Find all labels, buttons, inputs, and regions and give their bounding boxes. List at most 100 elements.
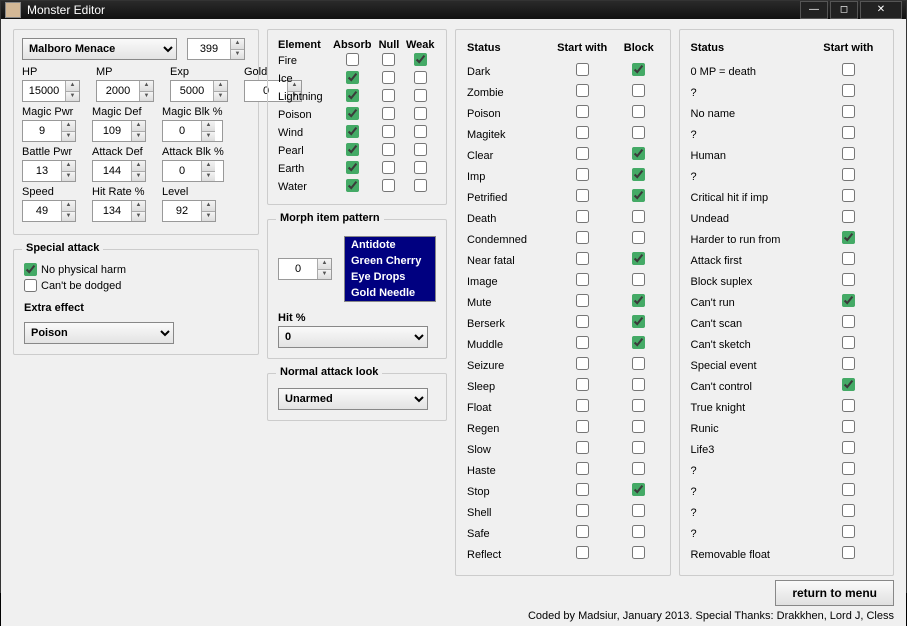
spin-up-icon[interactable]: ▲ bbox=[61, 161, 75, 172]
spin-up-icon[interactable]: ▲ bbox=[201, 121, 215, 132]
spin-up-icon[interactable]: ▲ bbox=[131, 121, 145, 132]
spin-down-icon[interactable]: ▼ bbox=[61, 212, 75, 222]
start-with-checkbox[interactable] bbox=[576, 147, 589, 160]
morph-index-spinner[interactable]: ▲▼ bbox=[278, 258, 332, 280]
battlePwr-input[interactable] bbox=[23, 161, 61, 181]
speed-input[interactable] bbox=[23, 201, 61, 221]
spin-down-icon[interactable]: ▼ bbox=[213, 92, 227, 102]
start-with-checkbox[interactable] bbox=[842, 84, 855, 97]
start-with-checkbox[interactable] bbox=[842, 378, 855, 391]
spin-down-icon[interactable]: ▼ bbox=[201, 212, 215, 222]
block-checkbox[interactable] bbox=[632, 63, 645, 76]
start-with-checkbox[interactable] bbox=[576, 546, 589, 559]
extra-effect-select[interactable]: Poison bbox=[24, 322, 174, 344]
start-with-checkbox[interactable] bbox=[842, 168, 855, 181]
spin-up-icon[interactable]: ▲ bbox=[201, 201, 215, 212]
start-with-checkbox[interactable] bbox=[842, 294, 855, 307]
spin-down-icon[interactable]: ▼ bbox=[65, 92, 79, 102]
spin-down-icon[interactable]: ▼ bbox=[131, 212, 145, 222]
close-button[interactable]: ✕ bbox=[860, 1, 902, 19]
null-checkbox[interactable] bbox=[382, 143, 395, 156]
exp-input[interactable] bbox=[171, 81, 213, 101]
absorb-checkbox[interactable] bbox=[346, 179, 359, 192]
null-checkbox[interactable] bbox=[382, 107, 395, 120]
start-with-checkbox[interactable] bbox=[576, 294, 589, 307]
start-with-checkbox[interactable] bbox=[576, 168, 589, 181]
maximize-button[interactable]: ◻ bbox=[830, 1, 858, 19]
start-with-checkbox[interactable] bbox=[576, 357, 589, 370]
magicBlk-input[interactable] bbox=[163, 121, 201, 141]
absorb-checkbox[interactable] bbox=[346, 143, 359, 156]
start-with-checkbox[interactable] bbox=[842, 315, 855, 328]
return-to-menu-button[interactable]: return to menu bbox=[775, 580, 894, 606]
block-checkbox[interactable] bbox=[632, 252, 645, 265]
start-with-checkbox[interactable] bbox=[576, 252, 589, 265]
start-with-checkbox[interactable] bbox=[842, 525, 855, 538]
block-checkbox[interactable] bbox=[632, 294, 645, 307]
block-checkbox[interactable] bbox=[632, 420, 645, 433]
start-with-checkbox[interactable] bbox=[576, 420, 589, 433]
weak-checkbox[interactable] bbox=[414, 125, 427, 138]
start-with-checkbox[interactable] bbox=[576, 525, 589, 538]
spin-up-icon[interactable]: ▲ bbox=[61, 201, 75, 212]
hitRate-input[interactable] bbox=[93, 201, 131, 221]
hp-input[interactable] bbox=[23, 81, 65, 101]
weak-checkbox[interactable] bbox=[414, 89, 427, 102]
magicPwr-spinner[interactable]: ▲▼ bbox=[22, 120, 76, 142]
block-checkbox[interactable] bbox=[632, 441, 645, 454]
start-with-checkbox[interactable] bbox=[842, 210, 855, 223]
absorb-checkbox[interactable] bbox=[346, 89, 359, 102]
start-with-checkbox[interactable] bbox=[842, 105, 855, 118]
spin-down-icon[interactable]: ▼ bbox=[139, 92, 153, 102]
null-checkbox[interactable] bbox=[382, 125, 395, 138]
spin-up-icon[interactable]: ▲ bbox=[131, 161, 145, 172]
start-with-checkbox[interactable] bbox=[576, 315, 589, 328]
start-with-checkbox[interactable] bbox=[576, 189, 589, 202]
spin-up-icon[interactable]: ▲ bbox=[131, 201, 145, 212]
spin-up-icon[interactable]: ▲ bbox=[61, 121, 75, 132]
normal-attack-select[interactable]: Unarmed bbox=[278, 388, 428, 410]
weak-checkbox[interactable] bbox=[414, 161, 427, 174]
weak-checkbox[interactable] bbox=[414, 143, 427, 156]
mp-spinner[interactable]: ▲▼ bbox=[96, 80, 154, 102]
spin-down-icon[interactable]: ▼ bbox=[131, 172, 145, 182]
start-with-checkbox[interactable] bbox=[576, 231, 589, 244]
start-with-checkbox[interactable] bbox=[842, 546, 855, 559]
morph-item[interactable]: Green Cherry bbox=[345, 253, 435, 269]
monster-select[interactable]: Malboro Menace bbox=[22, 38, 177, 60]
spin-down-icon[interactable]: ▼ bbox=[230, 50, 244, 60]
attackDef-input[interactable] bbox=[93, 161, 131, 181]
block-checkbox[interactable] bbox=[632, 105, 645, 118]
spin-down-icon[interactable]: ▼ bbox=[61, 132, 75, 142]
start-with-checkbox[interactable] bbox=[576, 378, 589, 391]
absorb-checkbox[interactable] bbox=[346, 71, 359, 84]
start-with-checkbox[interactable] bbox=[576, 273, 589, 286]
magicDef-input[interactable] bbox=[93, 121, 131, 141]
level-input[interactable] bbox=[163, 201, 201, 221]
hp-spinner[interactable]: ▲▼ bbox=[22, 80, 80, 102]
spin-down-icon[interactable]: ▼ bbox=[201, 172, 215, 182]
absorb-checkbox[interactable] bbox=[346, 161, 359, 174]
start-with-checkbox[interactable] bbox=[842, 231, 855, 244]
no-physical-harm-checkbox[interactable] bbox=[24, 263, 37, 276]
morph-item[interactable]: Eye Drops bbox=[345, 269, 435, 285]
magicDef-spinner[interactable]: ▲▼ bbox=[92, 120, 146, 142]
attackBlk-input[interactable] bbox=[163, 161, 201, 181]
spin-down-icon[interactable]: ▼ bbox=[61, 172, 75, 182]
block-checkbox[interactable] bbox=[632, 462, 645, 475]
block-checkbox[interactable] bbox=[632, 399, 645, 412]
attackBlk-spinner[interactable]: ▲▼ bbox=[162, 160, 224, 182]
attackDef-spinner[interactable]: ▲▼ bbox=[92, 160, 146, 182]
block-checkbox[interactable] bbox=[632, 126, 645, 139]
spin-down-icon[interactable]: ▼ bbox=[317, 270, 331, 280]
morph-item[interactable]: Gold Needle bbox=[345, 285, 435, 301]
block-checkbox[interactable] bbox=[632, 147, 645, 160]
start-with-checkbox[interactable] bbox=[842, 483, 855, 496]
block-checkbox[interactable] bbox=[632, 525, 645, 538]
start-with-checkbox[interactable] bbox=[842, 147, 855, 160]
start-with-checkbox[interactable] bbox=[576, 399, 589, 412]
start-with-checkbox[interactable] bbox=[842, 399, 855, 412]
null-checkbox[interactable] bbox=[382, 89, 395, 102]
absorb-checkbox[interactable] bbox=[346, 125, 359, 138]
battlePwr-spinner[interactable]: ▲▼ bbox=[22, 160, 76, 182]
